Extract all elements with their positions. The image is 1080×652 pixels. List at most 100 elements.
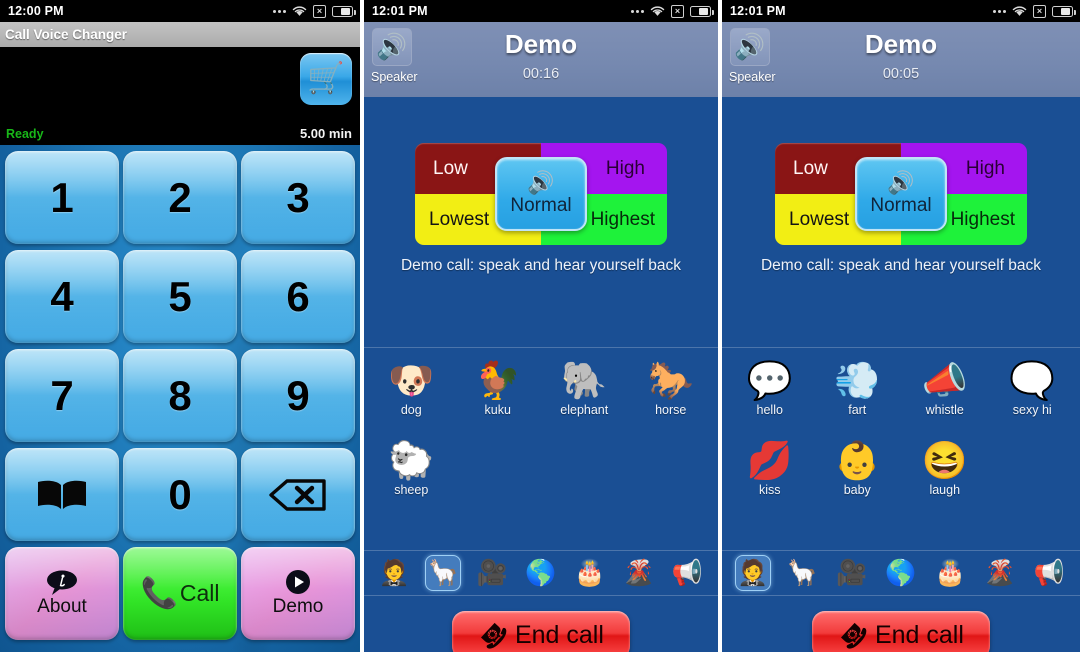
key-2[interactable]: 2 [123, 151, 237, 244]
sound-item[interactable]: 💋 kiss [726, 436, 814, 516]
more-dots-icon [273, 9, 286, 13]
status-bar: 12:00 PM × [0, 0, 360, 22]
more-dots-icon [631, 9, 644, 13]
keypad: 1 2 3 4 5 6 7 8 9 0 About 📞 Call Demo [0, 145, 360, 652]
call-header: 🔊 Speaker Demo 00:05 [722, 22, 1080, 97]
pitch-normal-button[interactable]: 🔊 Normal [855, 157, 947, 231]
sound-item[interactable]: 👶 baby [814, 436, 902, 516]
app-title-bar: Call Voice Changer [0, 22, 360, 47]
pitch-selector: Low High Lowest Highest 🔊 Normal Demo ca… [722, 97, 1080, 347]
battery-icon [690, 5, 714, 17]
category-movies-icon[interactable]: 🎥 [834, 555, 870, 591]
call-header: 🔊 Speaker Demo 00:16 [364, 22, 718, 97]
speaker-on-icon: 🔊 [527, 169, 555, 195]
demo-caption: Demo call: speak and hear yourself back [400, 257, 681, 274]
pitch-normal-button[interactable]: 🔊 Normal [495, 157, 587, 231]
credit-minutes: 5.00 min [299, 126, 352, 141]
sound-item[interactable]: 🐶 dog [368, 356, 455, 436]
about-button[interactable]: About [5, 547, 119, 640]
end-call-button[interactable]: ☎ End call [452, 611, 630, 652]
call-button-label: Call [179, 580, 220, 606]
sound-item[interactable]: 📣 whistle [901, 356, 989, 436]
end-call-label: End call [514, 620, 604, 649]
status-clock: 12:00 PM [8, 4, 64, 18]
status-icons: × [631, 4, 714, 18]
key-9[interactable]: 9 [241, 349, 355, 442]
number-display[interactable]: 🛒 Ready 5.00 min [0, 47, 360, 145]
info-bubble-icon [47, 570, 77, 595]
kiss-lips-icon: 💋 [746, 439, 793, 481]
category-people-icon[interactable]: 🤵 [734, 555, 771, 591]
wifi-icon [292, 6, 307, 16]
category-bar: 🤵 🦙 🎥 🌎 🎂 🌋 📢 [722, 550, 1080, 596]
demo-button[interactable]: Demo [241, 547, 355, 640]
status-badge: Ready [6, 127, 44, 141]
sound-item[interactable]: 💨 fart [814, 356, 902, 436]
panel-dialer: 12:00 PM × Call Voice Changer 🛒 Ready 5.… [0, 0, 360, 652]
sound-item[interactable]: 🐎 horse [628, 356, 715, 436]
category-animals-icon[interactable]: 🦙 [425, 555, 462, 591]
pitch-selector: Low High Lowest Highest 🔊 Normal Demo ca… [364, 97, 718, 347]
play-circle-icon [286, 570, 310, 594]
sound-item[interactable]: 💬 hello [726, 356, 814, 436]
key-5[interactable]: 5 [123, 250, 237, 343]
call-body: Low High Lowest Highest 🔊 Normal Demo ca… [722, 97, 1080, 652]
more-dots-icon [993, 9, 1006, 13]
call-button[interactable]: 📞 Call [123, 547, 237, 640]
category-party-icon[interactable]: 🎂 [932, 555, 968, 591]
demo-caption: Demo call: speak and hear yourself back [760, 257, 1041, 274]
sound-grid: 💬 hello 💨 fart 📣 whistle 🗨️ sexy hi 💋 ki… [722, 348, 1080, 550]
horse-icon: 🐎 [647, 359, 694, 401]
category-world-icon[interactable]: 🌎 [883, 555, 919, 591]
category-whistle-icon[interactable]: 📢 [1031, 555, 1067, 591]
backspace-button[interactable] [241, 448, 355, 541]
laugh-icon: 😆 [921, 439, 968, 481]
sheep-icon: 🐑 [388, 439, 435, 481]
shopping-cart-icon[interactable]: 🛒 [300, 53, 352, 105]
whistle-icon: 📣 [921, 359, 968, 401]
elephant-icon: 🐘 [561, 359, 608, 401]
speaker-on-icon: 🔊 [887, 169, 915, 195]
call-timer: 00:16 [522, 66, 560, 82]
sound-item[interactable]: 🐑 sheep [368, 436, 455, 516]
pitch-grid: Low High Lowest Highest 🔊 Normal [415, 143, 667, 245]
category-movies-icon[interactable]: 🎥 [474, 555, 510, 591]
status-clock: 12:01 PM [730, 4, 786, 18]
category-people-icon[interactable]: 🤵 [376, 555, 412, 591]
category-whistle-icon[interactable]: 📢 [669, 555, 705, 591]
key-7[interactable]: 7 [5, 349, 119, 442]
key-3[interactable]: 3 [241, 151, 355, 244]
sound-grid: 🐶 dog 🐓 kuku 🐘 elephant 🐎 horse 🐑 sheep [364, 348, 718, 550]
end-call-handset-icon: ☎ [833, 615, 874, 652]
panel-demo-call-people: 12:01 PM × 🔊 Speaker Demo 00:05 Low High… [722, 0, 1080, 652]
end-call-button[interactable]: ☎ End call [812, 611, 990, 652]
call-body: Low High Lowest Highest 🔊 Normal Demo ca… [364, 97, 718, 652]
status-icons: × [993, 4, 1076, 18]
category-world-icon[interactable]: 🌎 [523, 555, 559, 591]
key-0[interactable]: 0 [123, 448, 237, 541]
sound-item[interactable]: 🗨️ sexy hi [989, 356, 1077, 436]
panel-demo-call-animals: 12:01 PM × 🔊 Speaker Demo 00:16 Low High… [364, 0, 718, 652]
key-8[interactable]: 8 [123, 349, 237, 442]
sound-item[interactable]: 😆 laugh [901, 436, 989, 516]
sexy-hi-bubble-icon: 🗨️ [1009, 359, 1056, 401]
sound-item[interactable]: 🐘 elephant [541, 356, 628, 436]
end-call-handset-icon: ☎ [473, 615, 514, 652]
rooster-icon: 🐓 [474, 359, 521, 401]
no-sim-icon: × [313, 4, 326, 18]
category-animals-icon[interactable]: 🦙 [784, 555, 820, 591]
category-explosion-icon[interactable]: 🌋 [982, 555, 1018, 591]
key-6[interactable]: 6 [241, 250, 355, 343]
phone-handset-icon: 📞 [140, 577, 178, 610]
key-4[interactable]: 4 [5, 250, 119, 343]
open-book-icon [38, 480, 86, 509]
contacts-button[interactable] [5, 448, 119, 541]
end-call-label: End call [874, 620, 964, 649]
key-1[interactable]: 1 [5, 151, 119, 244]
sound-item[interactable]: 🐓 kuku [455, 356, 542, 436]
category-bar: 🤵 🦙 🎥 🌎 🎂 🌋 📢 [364, 550, 718, 596]
about-button-label: About [37, 596, 87, 617]
category-explosion-icon[interactable]: 🌋 [621, 555, 657, 591]
category-party-icon[interactable]: 🎂 [572, 555, 608, 591]
pitch-grid: Low High Lowest Highest 🔊 Normal [775, 143, 1027, 245]
